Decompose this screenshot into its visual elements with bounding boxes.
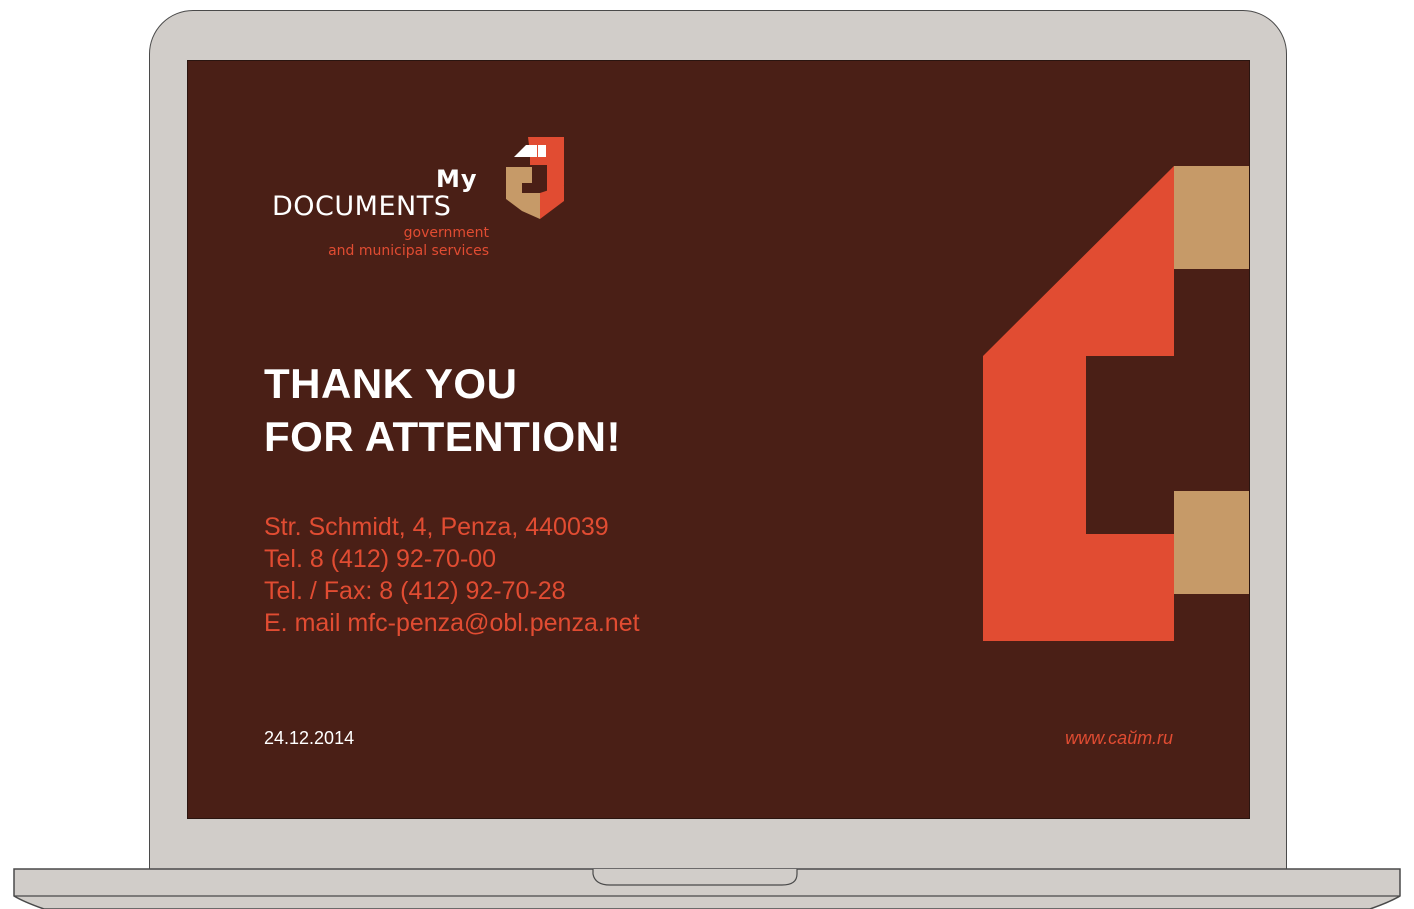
logo-wordmark-my: My bbox=[436, 165, 478, 193]
decorative-red-shape bbox=[983, 166, 1174, 641]
my-documents-logo: My DOCUMENTS government and municipal se… bbox=[258, 133, 578, 263]
decorative-tan-block-bottom bbox=[1174, 491, 1249, 594]
heading-line-1: THANK YOU bbox=[264, 360, 518, 407]
heading-line-2: FOR ATTENTION! bbox=[264, 413, 621, 460]
thank-you-heading: THANK YOU FOR ATTENTION! bbox=[264, 357, 621, 463]
contact-address: Str. Schmidt, 4, Penza, 440039 bbox=[264, 513, 609, 541]
my-documents-logo-mark-icon bbox=[506, 137, 564, 219]
logo-wordmark-documents: DOCUMENTS bbox=[272, 191, 452, 222]
laptop-base bbox=[13, 868, 1401, 909]
contact-tel: Tel. 8 (412) 92-70-00 bbox=[264, 545, 497, 573]
decorative-logo-mark-icon bbox=[983, 166, 1249, 641]
slide-date: 24.12.2014 bbox=[264, 728, 355, 748]
logo-subtitle-line2: and municipal services bbox=[328, 243, 489, 259]
laptop-mockup: My DOCUMENTS government and municipal se… bbox=[0, 0, 1414, 909]
contact-block: Str. Schmidt, 4, Penza, 440039 Tel. 8 (4… bbox=[264, 511, 640, 639]
logo-subtitle-line1: government bbox=[403, 225, 489, 241]
contact-fax: Tel. / Fax: 8 (412) 92-70-28 bbox=[264, 577, 566, 605]
decorative-tan-block-top bbox=[1174, 166, 1249, 269]
contact-email[interactable]: E. mail mfc-penza@obl.penza.net bbox=[264, 607, 640, 639]
slide-screen: My DOCUMENTS government and municipal se… bbox=[187, 60, 1250, 819]
website-link[interactable]: www.caйт.ru bbox=[1065, 728, 1173, 749]
